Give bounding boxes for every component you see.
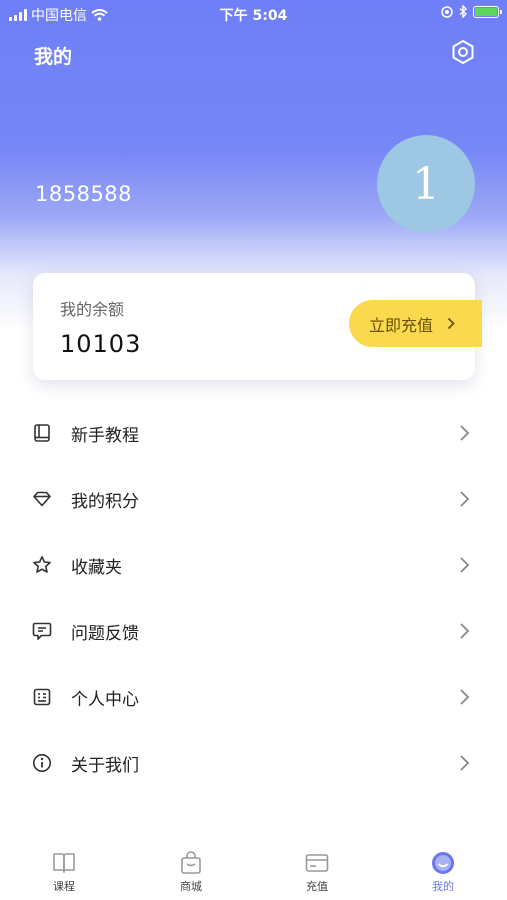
- orientation-lock-icon: [441, 5, 453, 18]
- balance-label: 我的余额: [60, 300, 125, 319]
- info-icon: [33, 754, 51, 772]
- bluetooth-icon: [459, 5, 467, 18]
- chevron-right-icon: [460, 623, 470, 639]
- profile-card-icon: [33, 688, 51, 706]
- menu-item-label: 个人中心: [71, 689, 139, 710]
- menu-item-label: 问题反馈: [71, 623, 139, 644]
- smiley-icon: [432, 852, 454, 874]
- menu-item-label: 新手教程: [71, 425, 139, 446]
- tab-mine[interactable]: 我的: [393, 850, 493, 894]
- chevron-right-icon: [460, 491, 470, 507]
- settings-gear-icon[interactable]: [450, 39, 476, 65]
- book-icon: [34, 424, 50, 442]
- chevron-right-icon: [460, 425, 470, 441]
- card-icon: [305, 854, 329, 872]
- chevron-right-icon: [460, 689, 470, 705]
- menu-item-label: 收藏夹: [71, 557, 122, 578]
- menu-item-label: 我的积分: [71, 491, 139, 512]
- tab-courses[interactable]: 课程: [14, 850, 114, 894]
- status-time: 下午 5:04: [219, 8, 288, 24]
- tab-label: 商城: [180, 880, 202, 893]
- menu-item-about-us[interactable]: 关于我们: [0, 730, 507, 796]
- tab-label: 课程: [53, 880, 75, 893]
- balance-value: 10103: [60, 330, 142, 358]
- status-bar: 中国电信 下午 5:04: [0, 0, 507, 28]
- menu-item-points[interactable]: 我的积分: [0, 466, 507, 532]
- chevron-right-icon: [460, 755, 470, 771]
- avatar[interactable]: 1: [377, 135, 475, 233]
- menu-item-label: 关于我们: [71, 755, 139, 776]
- menu-item-tutorial[interactable]: 新手教程: [0, 400, 507, 466]
- recharge-button-label: 立即充值: [369, 315, 434, 335]
- recharge-button[interactable]: 立即充值: [349, 300, 482, 347]
- course-book-icon: [53, 853, 75, 873]
- username: 1858588: [35, 182, 133, 206]
- avatar-text: 1: [412, 158, 440, 210]
- menu-item-profile-center[interactable]: 个人中心: [0, 664, 507, 730]
- tab-bar: 课程 商城 充值 我的: [0, 840, 507, 900]
- diamond-icon: [33, 491, 51, 507]
- menu-item-feedback[interactable]: 问题反馈: [0, 598, 507, 664]
- page-title: 我的: [34, 46, 73, 68]
- star-icon: [33, 556, 51, 573]
- tab-recharge[interactable]: 充值: [267, 850, 367, 894]
- battery-icon: [473, 5, 502, 18]
- tab-label: 我的: [432, 880, 454, 893]
- chevron-right-icon: [447, 317, 455, 330]
- tab-mall[interactable]: 商城: [141, 850, 241, 894]
- shopping-bag-icon: [181, 851, 201, 874]
- menu-item-favorites[interactable]: 收藏夹: [0, 532, 507, 598]
- feedback-icon: [32, 622, 52, 640]
- chevron-right-icon: [460, 557, 470, 573]
- tab-label: 充值: [306, 880, 328, 893]
